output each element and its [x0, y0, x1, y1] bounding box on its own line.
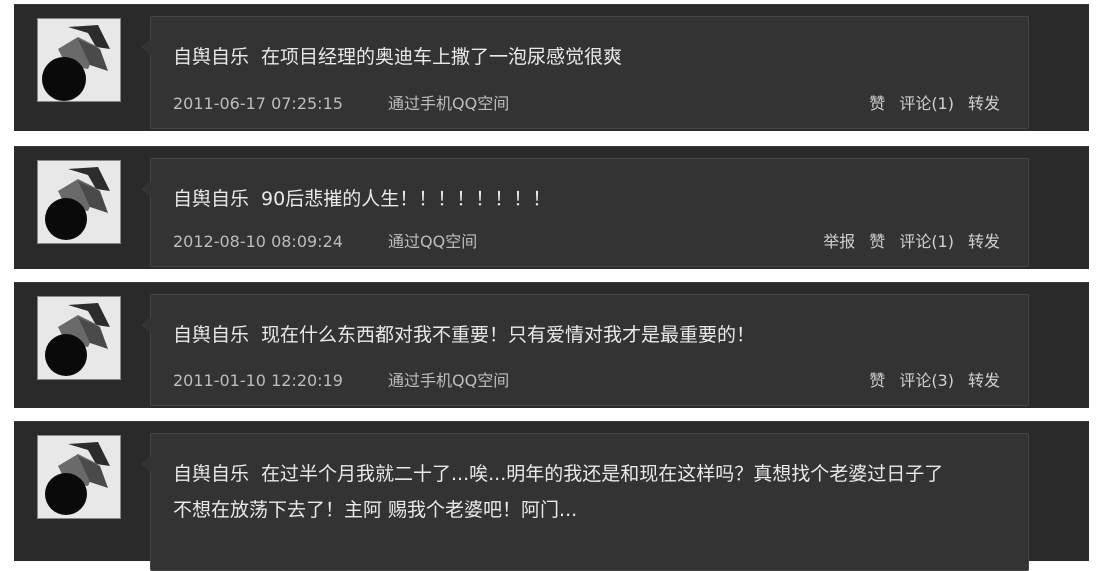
- post-content: 现在什么东西都对我不重要！只有爱情对我才是最重要的！: [261, 324, 756, 346]
- avatar[interactable]: [37, 296, 121, 380]
- avatar[interactable]: [37, 18, 121, 102]
- post-content: 在过半个月我就二十了...唉...明年的我还是和现在这样吗？真想找个老婆过日子了…: [173, 463, 944, 521]
- post-source[interactable]: 通过手机QQ空间: [388, 371, 509, 391]
- post-source[interactable]: 通过手机QQ空间: [388, 94, 509, 114]
- like-button[interactable]: 赞: [869, 232, 885, 251]
- post-text: 自舆自乐 在项目经理的奥迪车上撒了一泡尿感觉很爽: [173, 39, 998, 75]
- post-bubble: 自舆自乐 90后悲摧的人生！！！！！！！！ 2012-08-10 08:09:24…: [142, 158, 1029, 267]
- post-meta: 2012-08-10 08:09:24 通过QQ空间 举报赞评论(1) 转发: [173, 232, 1000, 252]
- post-text: 自舆自乐 90后悲摧的人生！！！！！！！！: [173, 181, 998, 217]
- report-button[interactable]: 举报: [823, 232, 855, 251]
- avatar-icon: [38, 297, 120, 379]
- share-button[interactable]: 转发: [968, 232, 1000, 251]
- comment-button[interactable]: 评论(1): [899, 232, 954, 251]
- post-date: 2011-01-10 12:20:19: [173, 371, 343, 390]
- post-text: 自舆自乐 在过半个月我就二十了...唉...明年的我还是和现在这样吗？真想找个老婆…: [173, 456, 948, 528]
- post-bubble: 自舆自乐 现在什么东西都对我不重要！只有爱情对我才是最重要的！ 2011-01-1…: [142, 294, 1029, 406]
- like-button[interactable]: 赞: [869, 371, 885, 390]
- avatar[interactable]: [37, 160, 121, 244]
- post-source[interactable]: 通过QQ空间: [388, 232, 477, 252]
- post-content: 在项目经理的奥迪车上撒了一泡尿感觉很爽: [261, 46, 623, 68]
- post-actions: 举报赞评论(1) 转发: [809, 232, 1000, 252]
- avatar[interactable]: [37, 435, 121, 519]
- post-meta: 2011-01-10 12:20:19 通过手机QQ空间 赞评论(3) 转发: [173, 371, 1000, 391]
- author-name[interactable]: 自舆自乐: [173, 188, 249, 210]
- feed-post: 自舆自乐 90后悲摧的人生！！！！！！！！ 2012-08-10 08:09:24…: [14, 146, 1089, 269]
- post-date: 2011-06-17 07:25:15: [173, 94, 343, 113]
- feed-post: 自舆自乐 现在什么东西都对我不重要！只有爱情对我才是最重要的！ 2011-01-1…: [14, 282, 1089, 408]
- avatar-icon: [38, 161, 120, 243]
- share-button[interactable]: 转发: [968, 94, 1000, 113]
- author-name[interactable]: 自舆自乐: [173, 46, 249, 68]
- share-button[interactable]: 转发: [968, 371, 1000, 390]
- post-meta: 2011-06-17 07:25:15 通过手机QQ空间 赞评论(1) 转发: [173, 94, 1000, 114]
- post-text: 自舆自乐 现在什么东西都对我不重要！只有爱情对我才是最重要的！: [173, 317, 998, 353]
- post-content: 90后悲摧的人生！！！！！！！！: [261, 188, 552, 210]
- post-actions: 赞评论(1) 转发: [855, 94, 1000, 114]
- post-bubble: 自舆自乐 在过半个月我就二十了...唉...明年的我还是和现在这样吗？真想找个老婆…: [142, 433, 1029, 571]
- post-date: 2012-08-10 08:09:24: [173, 232, 343, 251]
- like-button[interactable]: 赞: [869, 94, 885, 113]
- avatar-icon: [38, 436, 120, 518]
- comment-button[interactable]: 评论(3): [899, 371, 954, 390]
- author-name[interactable]: 自舆自乐: [173, 324, 249, 346]
- feed-post: 自舆自乐 在项目经理的奥迪车上撒了一泡尿感觉很爽 2011-06-17 07:25…: [14, 4, 1089, 131]
- post-bubble: 自舆自乐 在项目经理的奥迪车上撒了一泡尿感觉很爽 2011-06-17 07:25…: [142, 16, 1029, 129]
- avatar-icon: [38, 19, 120, 101]
- post-actions: 赞评论(3) 转发: [855, 371, 1000, 391]
- author-name[interactable]: 自舆自乐: [173, 463, 249, 485]
- comment-button[interactable]: 评论(1): [899, 94, 954, 113]
- feed-post: 自舆自乐 在过半个月我就二十了...唉...明年的我还是和现在这样吗？真想找个老婆…: [14, 421, 1089, 571]
